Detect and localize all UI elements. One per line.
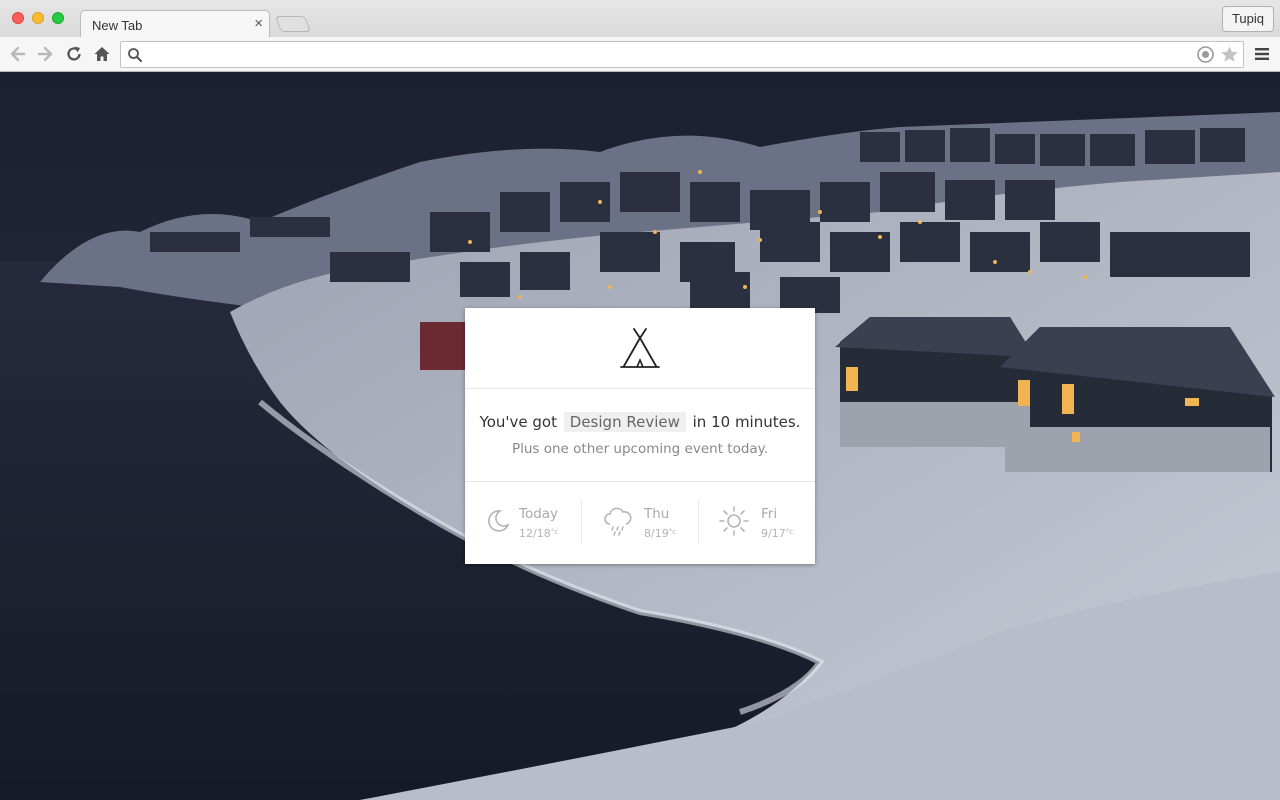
teepee-icon xyxy=(620,328,660,368)
weather-temp: 12/18°c xyxy=(519,527,559,540)
weather-today: Today 12/18°c xyxy=(465,500,581,544)
window-close-button[interactable] xyxy=(12,12,24,24)
weather-day: Fri xyxy=(761,506,778,522)
omnibox[interactable] xyxy=(120,41,1244,68)
weather-temp: 9/17°c xyxy=(761,527,794,540)
weather-day: Today xyxy=(519,506,559,522)
event-prefix: You've got xyxy=(479,413,557,431)
upcoming-event-card: You've got Design Review in 10 minutes. … xyxy=(465,308,815,564)
menu-icon[interactable] xyxy=(1254,46,1270,62)
extension-icon[interactable] xyxy=(1196,45,1215,64)
tab-new-tab[interactable]: New Tab × xyxy=(80,10,270,38)
omnibox-input[interactable] xyxy=(147,44,1191,66)
weather-forecast: Today 12/18°c Thu 8/19°c Fri 9/17°c xyxy=(465,500,815,544)
toolbar xyxy=(0,37,1280,72)
title-bar: New Tab × Tupiq xyxy=(0,0,1280,38)
tab-close-icon[interactable]: × xyxy=(254,15,263,33)
event-suffix: in 10 minutes. xyxy=(692,413,801,431)
card-divider-top xyxy=(465,388,815,389)
weather-temp: 8/19°c xyxy=(644,527,677,540)
event-name-chip[interactable]: Design Review xyxy=(563,412,686,432)
event-line: You've got Design Review in 10 minutes. xyxy=(465,412,815,432)
search-icon xyxy=(128,48,143,63)
sun-icon xyxy=(719,506,749,536)
star-icon[interactable] xyxy=(1220,45,1239,64)
window-maximize-button[interactable] xyxy=(52,12,64,24)
forward-arrow-icon[interactable] xyxy=(35,44,55,64)
event-subtext: Plus one other upcoming event today. xyxy=(511,441,769,457)
rain-cloud-icon xyxy=(604,507,632,536)
new-tab-page: You've got Design Review in 10 minutes. … xyxy=(0,72,1280,800)
profile-button[interactable]: Tupiq xyxy=(1221,6,1274,32)
moon-icon xyxy=(488,510,510,532)
home-icon[interactable] xyxy=(92,44,112,64)
weather-day: Thu xyxy=(644,506,670,522)
new-tab-button[interactable] xyxy=(275,16,311,32)
window-minimize-button[interactable] xyxy=(32,12,44,24)
tab-title: New Tab xyxy=(92,18,143,33)
back-arrow-icon[interactable] xyxy=(8,44,28,64)
weather-thu: Thu 8/19°c xyxy=(582,500,698,544)
reload-icon[interactable] xyxy=(64,44,84,64)
weather-fri: Fri 9/17°c xyxy=(699,500,815,544)
card-divider-bottom xyxy=(465,481,815,482)
